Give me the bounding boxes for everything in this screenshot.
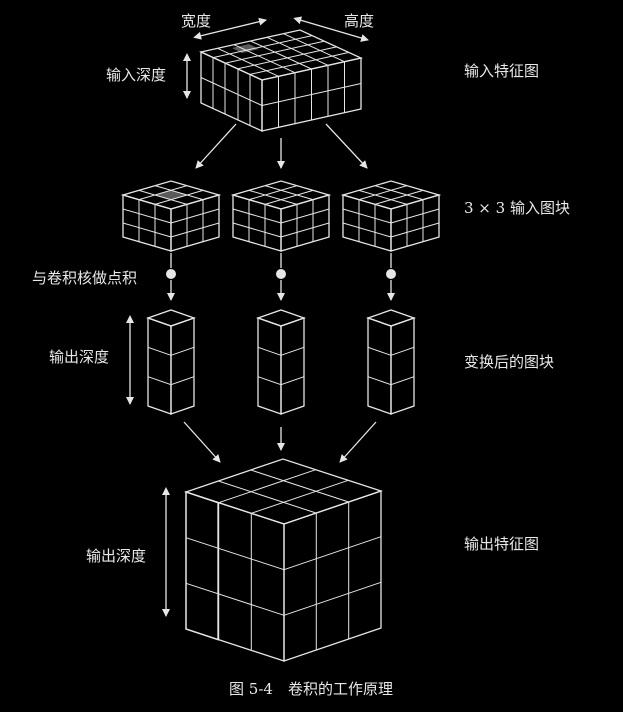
transformed-patch-3 [366,309,416,415]
to-output-arrow-3 [339,421,377,463]
width-label: 宽度 [181,12,211,30]
height-label: 高度 [344,12,374,30]
input-feature-map-block [198,29,364,133]
output-feature-map-block [183,458,384,662]
input-patch-3 [340,180,442,252]
dot-product-node-1 [166,253,176,301]
patch-3x3-label: 3 × 3 输入图块 [464,199,570,217]
dot-product-node-3 [386,253,396,301]
to-patch-3-arrow [325,123,368,169]
input-depth-label: 输入深度 [106,66,166,84]
transformed-patch-1 [146,309,196,415]
input-feature-map-label: 输入特征图 [464,62,539,80]
output-depth-label-2: 输出深度 [86,547,146,565]
transformed-patch-2 [256,309,306,415]
figure-caption: 图 5-4 卷积的工作原理 [229,680,393,698]
to-output-arrow-1 [183,421,221,463]
output-feature-map-label: 输出特征图 [464,535,539,553]
dot-product-label: 与卷积核做点积 [32,269,137,287]
transformed-patches-label: 变换后的图块 [464,353,554,371]
convolution-diagram: 宽度 高度 输入深度 输入特征图 3 × 3 输入图块 与卷积核做点积 输出深度… [32,12,570,698]
dot-product-node-2 [276,253,286,301]
input-patch-1 [120,180,222,252]
to-patch-1-arrow [195,123,237,169]
input-patch-2 [230,180,332,252]
output-depth-label-1: 输出深度 [49,348,109,366]
